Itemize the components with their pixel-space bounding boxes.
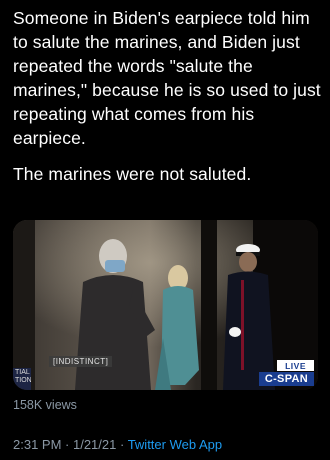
tweet-text: Someone in Biden's earpiece told him to … (13, 6, 323, 198)
meta-separator: · (61, 437, 73, 452)
tweet-meta: 2:31 PM · 1/21/21 · Twitter Web App (13, 437, 222, 452)
tweet-paragraph-2: The marines were not saluted. (13, 164, 252, 184)
tweet-time: 2:31 PM (13, 437, 62, 452)
view-count: 158K views (13, 398, 77, 412)
tweet-source-link[interactable]: Twitter Web App (128, 437, 222, 452)
live-badge: LIVE (277, 360, 314, 371)
video-player[interactable]: TIAL TION [INDISTINCT] LIVE C-SPAN (13, 220, 318, 390)
tweet-paragraph-1: Someone in Biden's earpiece told him to … (13, 8, 321, 148)
lower-third-graphic: TIAL TION (13, 368, 31, 390)
tweet-date[interactable]: 1/21/21 (73, 437, 116, 452)
meta-separator-2: · (116, 437, 128, 452)
caption-tag: [INDISTINCT] (49, 356, 113, 367)
network-logo: C-SPAN (258, 372, 314, 386)
